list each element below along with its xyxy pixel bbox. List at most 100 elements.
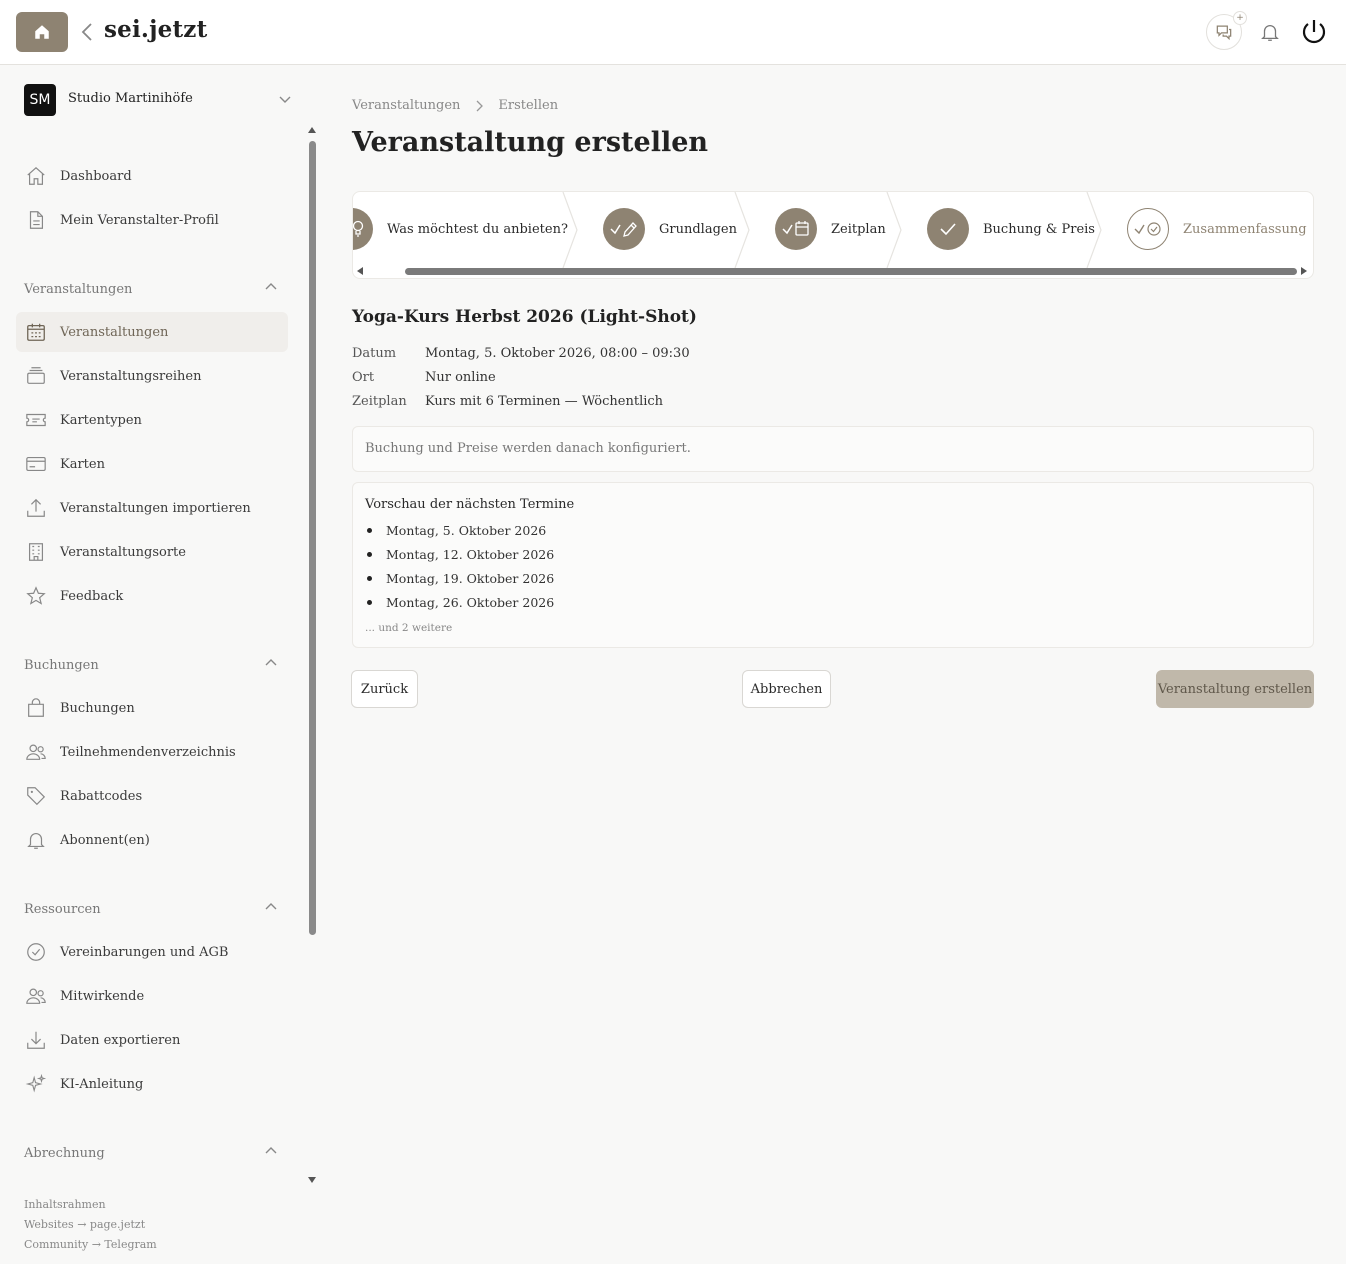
sidebar-section-veranstaltungen[interactable]: Veranstaltungen	[24, 278, 280, 298]
chevron-up-icon	[265, 903, 277, 910]
sidebar-section-abrechnung[interactable]: Abrechnung	[24, 1142, 280, 1162]
info-value: Kurs mit 6 Terminen — Wöchentlich	[425, 394, 664, 409]
sidebar-item-label: Kartentypen	[60, 412, 142, 428]
sidebar-item-label: Veranstaltungsorte	[60, 544, 186, 560]
step-grundlagen[interactable]: Grundlagen	[603, 208, 737, 250]
layers-icon	[24, 364, 48, 388]
scroll-right-arrow[interactable]	[1301, 267, 1307, 275]
chevron-up-icon	[265, 659, 277, 666]
step-done-circle	[603, 208, 645, 250]
step-current-circle	[1127, 208, 1169, 250]
step-zusammenfassung[interactable]: Zusammenfassung	[1127, 208, 1307, 250]
scroll-thumb[interactable]	[309, 141, 316, 935]
info-key: Ort	[352, 370, 375, 385]
sidebar-footer-links: Inhaltsrahmen Websites → page.jetzt Comm…	[24, 1197, 157, 1257]
sidebar-item-dashboard[interactable]: Dashboard	[16, 156, 288, 196]
cancel-button[interactable]: Abbrechen	[742, 670, 831, 708]
chat-plus-badge: +	[1233, 11, 1247, 25]
section-title: Veranstaltungen	[24, 282, 133, 297]
sidebar-scrollbar[interactable]	[306, 127, 318, 1183]
sidebar-section-ressourcen[interactable]: Ressourcen	[24, 898, 280, 918]
org-switcher[interactable]: SM Studio Martinihöfe	[24, 84, 296, 116]
sidebar-item-label: Feedback	[60, 588, 124, 604]
sidebar-item-karten[interactable]: Karten	[16, 444, 288, 484]
info-key: Zeitplan	[352, 394, 407, 409]
sidebar-item-mitwirkende[interactable]: Mitwirkende	[16, 976, 288, 1016]
sidebar-item-agb[interactable]: Vereinbarungen und AGB	[16, 932, 288, 972]
brand-logo[interactable]: sei.jetzt	[104, 16, 207, 43]
step-done-circle	[927, 208, 969, 250]
step-separator	[734, 192, 750, 268]
sidebar-item-export[interactable]: Daten exportieren	[16, 1020, 288, 1060]
sidebar-item-ki-anleitung[interactable]: KI-Anleitung	[16, 1064, 288, 1104]
sidebar-item-buchungen[interactable]: Buchungen	[16, 688, 288, 728]
sidebar-item-teilnehmende[interactable]: Teilnehmendenverzeichnis	[16, 732, 288, 772]
stepper-scrollbar[interactable]	[353, 266, 1313, 278]
footer-link[interactable]: Websites → page.jetzt	[24, 1217, 157, 1237]
scroll-down-arrow[interactable]	[308, 1177, 316, 1183]
scroll-thumb[interactable]	[405, 268, 1297, 275]
sidebar-item-label: Veranstaltungsreihen	[60, 368, 202, 384]
sidebar: SM Studio Martinihöfe Dashboard Mein Ver…	[0, 65, 320, 1264]
footer-link[interactable]: Inhaltsrahmen	[24, 1197, 157, 1217]
logout-button[interactable]	[1296, 14, 1332, 50]
home-icon	[24, 164, 48, 188]
sidebar-section-buchungen[interactable]: Buchungen	[24, 654, 280, 674]
section-title: Ressourcen	[24, 902, 101, 917]
info-row-datum: Datum Montag, 5. Oktober 2026, 08:00 – 09…	[352, 346, 690, 361]
create-event-button[interactable]: Veranstaltung erstellen	[1156, 670, 1314, 708]
calendar-icon	[782, 221, 809, 236]
breadcrumb: Veranstaltungen Erstellen	[352, 98, 558, 113]
back-chevron-icon[interactable]	[78, 20, 96, 44]
sidebar-item-label: Dashboard	[60, 168, 132, 184]
sidebar-item-kartentypen[interactable]: Kartentypen	[16, 400, 288, 440]
sidebar-item-label: Vereinbarungen und AGB	[60, 944, 229, 960]
info-note: Buchung und Preise werden danach konfigu…	[352, 426, 1314, 472]
chat-icon	[1216, 25, 1232, 41]
check-circle-icon	[24, 940, 48, 964]
step-separator	[886, 192, 902, 268]
event-title: Yoga-Kurs Herbst 2026 (Light-Shot)	[352, 307, 697, 327]
info-value: Montag, 5. Oktober 2026, 08:00 – 09:30	[425, 346, 690, 361]
bag-icon	[24, 696, 48, 720]
info-value: Nur online	[425, 370, 496, 385]
sidebar-item-abonnenten[interactable]: Abonnent(en)	[16, 820, 288, 860]
scroll-left-arrow[interactable]	[357, 267, 363, 275]
sidebar-item-label: Abonnent(en)	[60, 832, 150, 848]
list-item-text: Montag, 26. Oktober 2026	[386, 595, 555, 610]
sidebar-item-import[interactable]: Veranstaltungen importieren	[16, 488, 288, 528]
sidebar-item-veranstaltungsreihen[interactable]: Veranstaltungsreihen	[16, 356, 288, 396]
list-item: Montag, 26. Oktober 2026	[365, 595, 554, 610]
chevron-up-icon	[265, 283, 277, 290]
step-label: Zeitplan	[831, 221, 886, 237]
footer-link[interactable]: Community → Telegram	[24, 1237, 157, 1257]
sidebar-item-feedback[interactable]: Feedback	[16, 576, 288, 616]
breadcrumb-parent[interactable]: Veranstaltungen	[352, 98, 460, 113]
org-name: Studio Martinihöfe	[68, 91, 193, 106]
preview-more: ... und 2 weitere	[365, 622, 453, 634]
sidebar-item-rabattcodes[interactable]: Rabattcodes	[16, 776, 288, 816]
step-label: Was möchtest du anbieten?	[387, 221, 568, 237]
sidebar-item-profile[interactable]: Mein Veranstalter-Profil	[16, 200, 288, 240]
sidebar-item-label: Veranstaltungen	[60, 324, 169, 340]
sidebar-item-veranstaltungsorte[interactable]: Veranstaltungsorte	[16, 532, 288, 572]
sidebar-item-veranstaltungen[interactable]: Veranstaltungen	[16, 312, 288, 352]
step-label: Buchung & Preis	[983, 221, 1095, 237]
sidebar-item-label: Teilnehmendenverzeichnis	[60, 744, 236, 760]
download-icon	[24, 1028, 48, 1052]
document-icon	[24, 208, 48, 232]
back-button[interactable]: Zurück	[351, 670, 418, 708]
users-icon	[24, 984, 48, 1008]
home-button[interactable]	[16, 12, 68, 52]
sidebar-item-label: KI-Anleitung	[60, 1076, 144, 1092]
notifications-button[interactable]	[1252, 14, 1288, 50]
card-icon	[24, 452, 48, 476]
scroll-up-arrow[interactable]	[308, 127, 316, 133]
step-label: Zusammenfassung	[1183, 221, 1307, 237]
step-buchung-preis[interactable]: Buchung & Preis	[927, 208, 1095, 250]
step-zeitplan[interactable]: Zeitplan	[775, 208, 886, 250]
step-was-anbieten[interactable]: Was möchtest du anbieten?	[353, 208, 568, 250]
chat-button[interactable]: +	[1206, 11, 1247, 50]
list-item: Montag, 5. Oktober 2026	[365, 523, 546, 538]
sidebar-item-label: Daten exportieren	[60, 1032, 181, 1048]
